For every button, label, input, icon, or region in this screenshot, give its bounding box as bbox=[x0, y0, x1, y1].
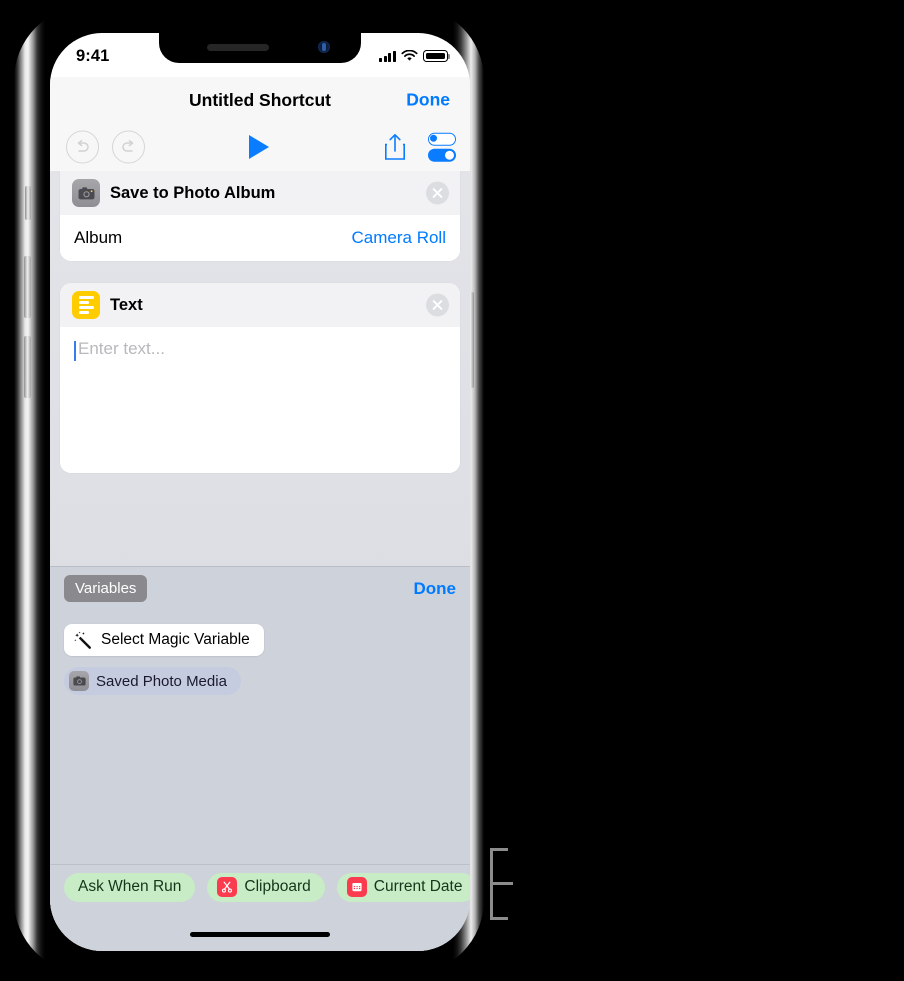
action-title: Text bbox=[110, 295, 143, 314]
variables-panel: Select Magic Variable Saved Photo Media bbox=[50, 610, 470, 951]
share-icon bbox=[385, 134, 405, 160]
editor-toolbar bbox=[50, 123, 470, 171]
status-indicators bbox=[379, 50, 451, 62]
variable-token-label: Saved Photo Media bbox=[96, 672, 227, 690]
shortcut-settings-button[interactable] bbox=[428, 132, 456, 162]
text-input-field[interactable]: Enter text... bbox=[60, 327, 460, 473]
share-button[interactable] bbox=[384, 133, 406, 161]
text-cursor bbox=[74, 341, 76, 361]
variables-accessory-bar: Variables Done bbox=[50, 566, 470, 610]
action-header[interactable]: Save to Photo Album bbox=[60, 171, 460, 215]
phone-frame: 9:41 Untitled Shortcut Done Save to Phot… bbox=[14, 6, 484, 974]
variables-button[interactable]: Variables bbox=[64, 575, 148, 602]
magic-wand-icon bbox=[74, 631, 91, 649]
action-title: Save to Photo Album bbox=[110, 183, 276, 202]
nav-done-button[interactable]: Done bbox=[406, 90, 450, 111]
callout-bracket bbox=[490, 848, 520, 920]
status-time: 9:41 bbox=[76, 46, 110, 65]
volume-up-button[interactable] bbox=[24, 256, 31, 318]
front-camera-icon bbox=[318, 41, 330, 53]
parameter-value[interactable]: Camera Roll bbox=[352, 228, 446, 248]
home-indicator[interactable] bbox=[190, 932, 330, 937]
phone-screen: 9:41 Untitled Shortcut Done Save to Phot… bbox=[50, 33, 470, 951]
chip-clipboard[interactable]: Clipboard bbox=[207, 872, 325, 902]
chip-label: Current Date bbox=[373, 878, 463, 895]
action-card-save-to-photo-album[interactable]: Save to Photo Album Album Camera Roll bbox=[60, 171, 460, 261]
notch bbox=[159, 33, 361, 63]
run-shortcut-button[interactable] bbox=[249, 135, 269, 159]
camera-icon bbox=[72, 179, 100, 207]
text-lines-icon bbox=[72, 291, 100, 319]
close-circle-icon[interactable] bbox=[426, 181, 449, 205]
chip-label: Ask When Run bbox=[78, 878, 182, 895]
camera-icon bbox=[69, 671, 89, 691]
scissors-icon bbox=[217, 877, 238, 897]
redo-icon bbox=[112, 130, 145, 164]
magic-variable-label: Select Magic Variable bbox=[101, 631, 250, 648]
undo-icon bbox=[66, 130, 99, 164]
undo-button[interactable] bbox=[66, 130, 99, 164]
text-placeholder: Enter text... bbox=[78, 339, 165, 358]
calendar-icon bbox=[346, 877, 367, 897]
wifi-icon bbox=[401, 50, 418, 61]
play-icon bbox=[249, 135, 269, 159]
silent-switch[interactable] bbox=[25, 186, 31, 220]
chip-label: Clipboard bbox=[244, 878, 311, 895]
volume-down-button[interactable] bbox=[24, 336, 31, 398]
select-magic-variable-button[interactable]: Select Magic Variable bbox=[64, 624, 264, 656]
close-circle-icon[interactable] bbox=[426, 293, 449, 317]
chip-current-date[interactable]: Current Date bbox=[336, 872, 470, 902]
variable-token-saved-photo-media[interactable]: Saved Photo Media bbox=[64, 667, 241, 695]
variable-chips-row: Ask When Run Clipboard Current Date bbox=[50, 864, 470, 909]
keyboard-done-button[interactable]: Done bbox=[414, 579, 457, 599]
earpiece-speaker bbox=[207, 44, 269, 51]
chip-ask-when-run[interactable]: Ask When Run bbox=[64, 872, 196, 902]
page-title: Untitled Shortcut bbox=[189, 89, 331, 110]
settings-toggles-icon bbox=[428, 132, 456, 162]
battery-icon bbox=[423, 50, 451, 62]
shortcut-actions-list[interactable]: Save to Photo Album Album Camera Roll Te… bbox=[50, 171, 470, 951]
parameter-label: Album bbox=[74, 228, 123, 247]
action-parameter-row-album[interactable]: Album Camera Roll bbox=[60, 215, 460, 261]
action-card-text[interactable]: Text Enter text... bbox=[60, 283, 460, 473]
navigation-bar: Untitled Shortcut Done bbox=[50, 77, 470, 123]
redo-button[interactable] bbox=[112, 130, 145, 164]
cellular-signal-icon bbox=[379, 50, 396, 62]
action-header[interactable]: Text bbox=[60, 283, 460, 327]
